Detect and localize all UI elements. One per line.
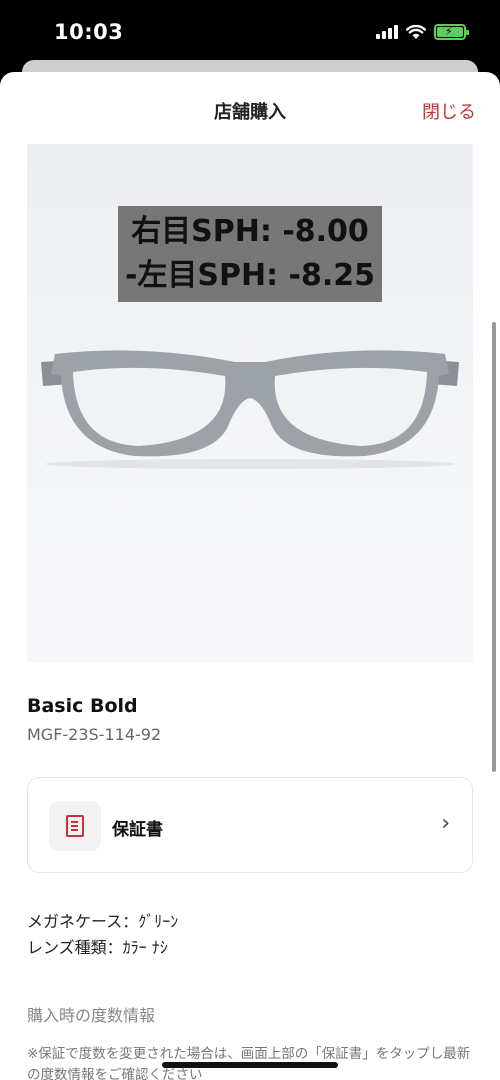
product-code: MGF-23S-114-92	[27, 725, 162, 744]
sheet-header: 店舗購入 閉じる	[0, 72, 500, 146]
sph-left-eye: -左目SPH: -8.25	[124, 258, 376, 293]
home-indicator[interactable]	[162, 1062, 338, 1068]
status-time: 10:03	[54, 20, 124, 44]
cellular-signal-icon	[376, 25, 398, 39]
warranty-button[interactable]: 保証書 ›	[27, 777, 473, 873]
wifi-icon	[406, 24, 426, 39]
prescription-section-label: 購入時の度数情報	[27, 1006, 156, 1025]
glasses-case-info: メガネケース：ｸﾞﾘｰﾝ	[27, 912, 179, 931]
warranty-label: 保証書	[112, 820, 163, 840]
store-purchase-sheet: 店舗購入 閉じる 右目SPH: -8.00 -左目SPH: -8.25 Basi…	[0, 72, 500, 1080]
battery-charging-icon: ⚡	[434, 24, 469, 40]
product-image: 右目SPH: -8.00 -左目SPH: -8.25	[27, 144, 473, 662]
status-bar: 10:03 ⚡	[0, 0, 500, 64]
status-icons: ⚡	[376, 24, 469, 40]
warranty-icon-tile	[49, 801, 101, 851]
document-icon	[66, 815, 84, 837]
close-button[interactable]: 閉じる	[422, 98, 476, 124]
chevron-right-icon: ›	[441, 811, 450, 836]
scrollbar[interactable]	[492, 322, 496, 772]
sph-right-eye: 右目SPH: -8.00	[131, 214, 369, 249]
product-name: Basic Bold	[27, 695, 138, 717]
lens-type-info: レンズ種類：ｶﾗｰ ﾅｼ	[27, 938, 168, 957]
sph-overlay: 右目SPH: -8.00 -左目SPH: -8.25	[118, 206, 382, 302]
eyeglasses-image	[41, 350, 459, 469]
